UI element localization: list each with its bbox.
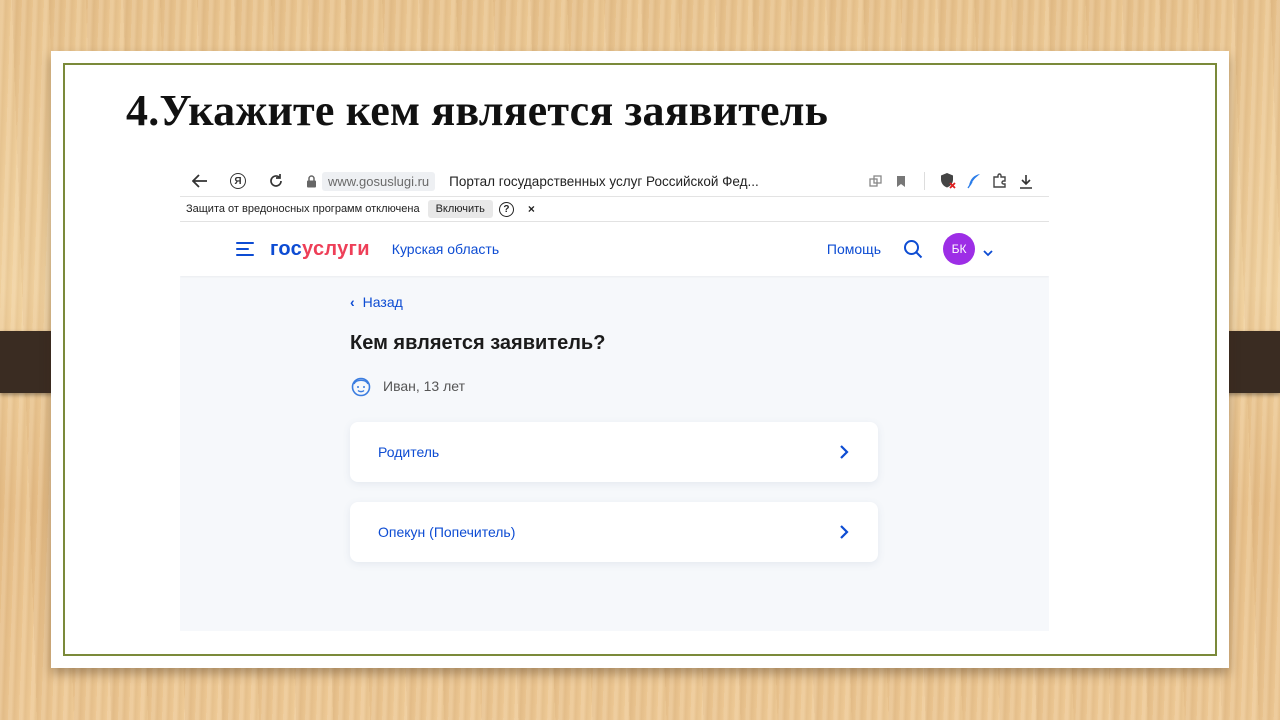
bookmark-icon[interactable]: [888, 171, 914, 191]
avatar[interactable]: БК: [943, 233, 975, 265]
region-selector[interactable]: Курская область: [392, 241, 499, 257]
child-face-icon: [350, 375, 372, 397]
yandex-label: Я: [230, 173, 246, 189]
slide-title: 4.Укажите кем является заявитель: [126, 86, 829, 135]
extension-puzzle-icon[interactable]: [987, 171, 1013, 191]
child-info: Иван, 13 лет: [350, 375, 878, 397]
close-icon[interactable]: ×: [528, 202, 535, 216]
help-question-icon[interactable]: ?: [498, 201, 514, 217]
lock-icon[interactable]: [304, 174, 318, 188]
page-title-text: Портал государственных услуг Российской …: [449, 173, 759, 189]
logo-gos: гос: [270, 237, 303, 260]
option-label: Родитель: [378, 444, 440, 460]
main-content: ‹ Назад Кем является заявитель? Иван, 13…: [350, 294, 878, 562]
option-guardian[interactable]: Опекун (Попечитель): [350, 502, 878, 562]
menu-icon[interactable]: [236, 242, 254, 256]
browser-toolbar: Я www.gosuslugi.ru Портал государственны…: [180, 166, 1049, 196]
option-label: Опекун (Попечитель): [378, 524, 516, 540]
chevron-right-icon: [838, 525, 850, 539]
enable-protection-button[interactable]: Включить: [427, 200, 493, 218]
extension-feather-icon[interactable]: [961, 171, 987, 191]
search-icon[interactable]: [903, 239, 923, 259]
tabs-icon[interactable]: [862, 171, 888, 191]
back-link-label: Назад: [362, 294, 403, 310]
warning-text: Защита от вредоносных программ отключена: [186, 203, 420, 215]
slide: 4.Укажите кем является заявитель Я www.g…: [51, 51, 1229, 668]
child-name: Иван, 13 лет: [383, 378, 466, 394]
option-parent[interactable]: Родитель: [350, 422, 878, 482]
screenshot: Я www.gosuslugi.ru Портал государственны…: [180, 166, 1049, 631]
protection-warning-bar: Защита от вредоносных программ отключена…: [180, 196, 1049, 222]
address-bar-url[interactable]: www.gosuslugi.ru: [322, 171, 436, 191]
question-title: Кем является заявитель?: [350, 332, 606, 354]
yandex-icon[interactable]: Я: [228, 171, 248, 191]
download-icon[interactable]: [1013, 171, 1039, 191]
help-link[interactable]: Помощь: [827, 241, 881, 257]
gosuslugi-logo[interactable]: госуслуги: [270, 238, 370, 261]
chevron-left-icon: ‹: [350, 294, 355, 310]
toolbar-divider: [924, 172, 925, 190]
reload-icon[interactable]: [266, 171, 286, 191]
logo-uslugi: услуги: [302, 237, 370, 260]
protect-shield-icon[interactable]: [935, 171, 961, 191]
back-arrow-icon[interactable]: [190, 171, 210, 191]
chevron-right-icon: [838, 445, 850, 459]
site-header: госуслуги Курская область Помощь БК: [180, 222, 1049, 276]
chevron-down-icon[interactable]: [983, 244, 993, 257]
back-link[interactable]: ‹ Назад: [350, 294, 878, 310]
